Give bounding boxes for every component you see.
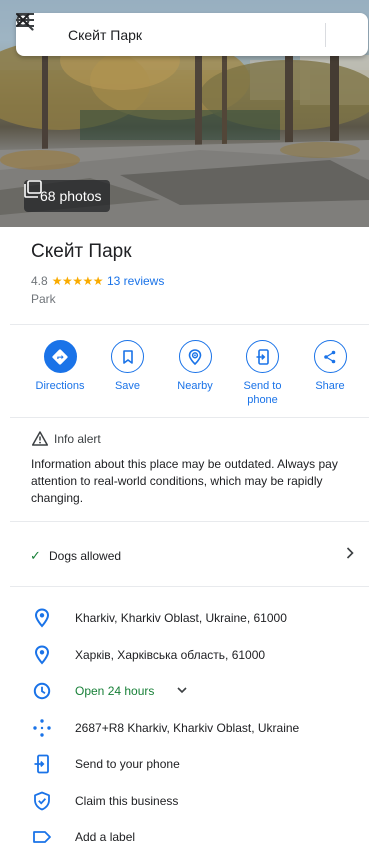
rating-row: 4.8 ★★★★★ 13 reviews: [31, 274, 164, 288]
hours-status: Open 24 hours: [75, 684, 155, 698]
send-to-phone-button[interactable]: Send to phone: [233, 340, 293, 407]
send-to-phone-label: Send to phone: [243, 380, 282, 406]
hours-row[interactable]: Open 24 hours: [0, 676, 369, 706]
info-alert-heading: Info alert: [32, 431, 101, 446]
claim-business-row[interactable]: Claim this business: [0, 786, 369, 816]
address-row[interactable]: Kharkiv, Kharkiv Oblast, Ukraine, 61000: [0, 603, 369, 633]
chevron-right-icon: [346, 547, 354, 559]
send-to-phone-row[interactable]: Send to your phone: [0, 749, 369, 779]
chevron-down-icon[interactable]: [176, 684, 188, 696]
divider: [10, 324, 369, 325]
plus-code-icon: [32, 718, 52, 738]
address-english: Kharkiv, Kharkiv Oblast, Ukraine, 61000: [75, 611, 287, 625]
share-button[interactable]: Share: [300, 340, 360, 407]
amenities-row[interactable]: ✓ Dogs allowed: [0, 540, 369, 570]
directions-label: Directions: [35, 380, 85, 392]
reviews-link[interactable]: 13 reviews: [107, 274, 164, 288]
info-alert-title: Info alert: [54, 431, 101, 446]
send-to-phone-icon: [32, 754, 52, 774]
address-local-row[interactable]: Харків, Харківська область, 61000: [0, 640, 369, 670]
place-title: Скейт Парк: [31, 241, 132, 262]
plus-code: 2687+R8 Kharkiv, Kharkiv Oblast, Ukraine: [75, 721, 300, 735]
bookmark-icon: [111, 340, 144, 373]
verified-shield-icon: [32, 791, 52, 811]
claim-business-text: Claim this business: [75, 794, 179, 808]
share-label: Share: [315, 380, 345, 392]
place-hero-photo[interactable]: Скейт Парк 68 photos: [0, 0, 369, 227]
search-button[interactable]: [16, 13, 325, 56]
add-label-text: Add a label: [75, 830, 136, 844]
nearby-label: Nearby: [177, 380, 213, 392]
divider: [10, 586, 369, 587]
warning-icon: [32, 431, 48, 446]
rating-value: 4.8: [31, 274, 48, 288]
save-button[interactable]: Save: [98, 340, 158, 407]
star-rating-icon: ★★★★★: [51, 274, 104, 288]
photos-count: 68 photos: [40, 188, 102, 204]
send-to-phone-icon: [246, 340, 279, 373]
info-alert-text: Information about this place may be outd…: [31, 457, 338, 505]
label-icon: [32, 827, 52, 847]
close-icon: [16, 13, 30, 27]
share-icon: [313, 340, 347, 373]
location-pin-icon: [32, 645, 52, 665]
address-ukrainian: Харків, Харківська область, 61000: [75, 648, 266, 662]
divider: [10, 521, 369, 522]
amenity-label: Dogs allowed: [49, 549, 122, 563]
save-label: Save: [114, 380, 141, 392]
search-input[interactable]: Скейт Парк: [68, 27, 285, 43]
location-pin-icon: [32, 608, 52, 628]
action-buttons: Directions Save Nearby Send to phone Sha…: [30, 340, 360, 407]
search-bar: Скейт Парк: [16, 13, 368, 56]
clock-icon: [32, 681, 52, 701]
directions-button[interactable]: Directions: [30, 340, 90, 407]
nearby-icon: [178, 340, 212, 373]
add-label-row[interactable]: Add a label: [0, 822, 369, 852]
place-category[interactable]: Park: [31, 292, 56, 306]
photos-button[interactable]: 68 photos: [24, 180, 110, 212]
divider: [10, 417, 369, 418]
close-button[interactable]: [16, 13, 368, 56]
nearby-button[interactable]: Nearby: [165, 340, 225, 407]
check-icon: ✓: [30, 548, 41, 563]
send-to-phone-text: Send to your phone: [75, 757, 180, 771]
plus-code-row[interactable]: 2687+R8 Kharkiv, Kharkiv Oblast, Ukraine: [0, 713, 369, 743]
directions-icon: [43, 340, 77, 373]
